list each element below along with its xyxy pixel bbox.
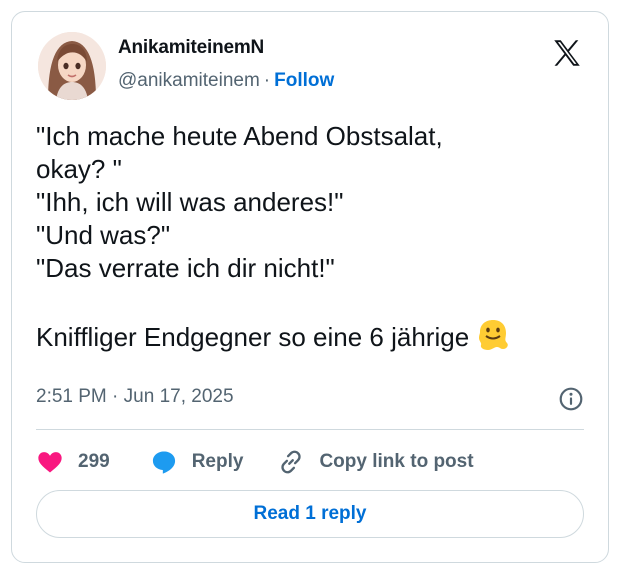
heart-icon	[38, 452, 62, 473]
read-replies-label: Read 1 reply	[253, 503, 367, 524]
link-icon	[281, 450, 302, 474]
like-button[interactable]: 299	[36, 448, 110, 476]
author-handle[interactable]: @anikamiteinem	[118, 70, 260, 91]
speech-bubble-icon	[152, 451, 175, 474]
tweet-date: Jun 17, 2025	[123, 386, 234, 407]
avatar-illustration	[38, 32, 106, 100]
x-logo-icon[interactable]	[550, 36, 584, 70]
reply-label: Reply	[191, 451, 244, 472]
follow-button[interactable]: Follow	[274, 70, 334, 91]
divider	[36, 429, 584, 430]
tweet-timestamp[interactable]: 2:51 PM · Jun 17, 2025	[36, 386, 234, 408]
tweet-text: "Ich mache heute Abend Obstsalat, okay? …	[36, 120, 596, 354]
reply-button[interactable]: Reply	[150, 448, 244, 476]
read-replies-button[interactable]: Read 1 reply	[36, 490, 584, 538]
handle-separator: ·	[263, 70, 271, 91]
copy-link-label: Copy link to post	[319, 451, 474, 472]
tweet-time: 2:51 PM	[36, 386, 107, 407]
copy-link-button[interactable]: Copy link to post	[277, 448, 474, 476]
info-icon[interactable]	[558, 386, 584, 412]
tweet-body: "Ich mache heute Abend Obstsalat, okay? …	[36, 121, 470, 352]
melting-face-emoji	[476, 318, 510, 352]
like-count: 299	[78, 451, 110, 472]
author-display-name[interactable]: AnikamiteinemN	[118, 37, 264, 59]
date-separator: ·	[112, 386, 119, 407]
tweet-card: AnikamiteinemN @anikamiteinem · Follow "Ic…	[11, 11, 609, 563]
avatar[interactable]	[38, 32, 106, 100]
action-bar: 299 Reply Copy link to post	[36, 444, 474, 480]
author-handle-row: @anikamiteinem · Follow	[118, 70, 334, 92]
